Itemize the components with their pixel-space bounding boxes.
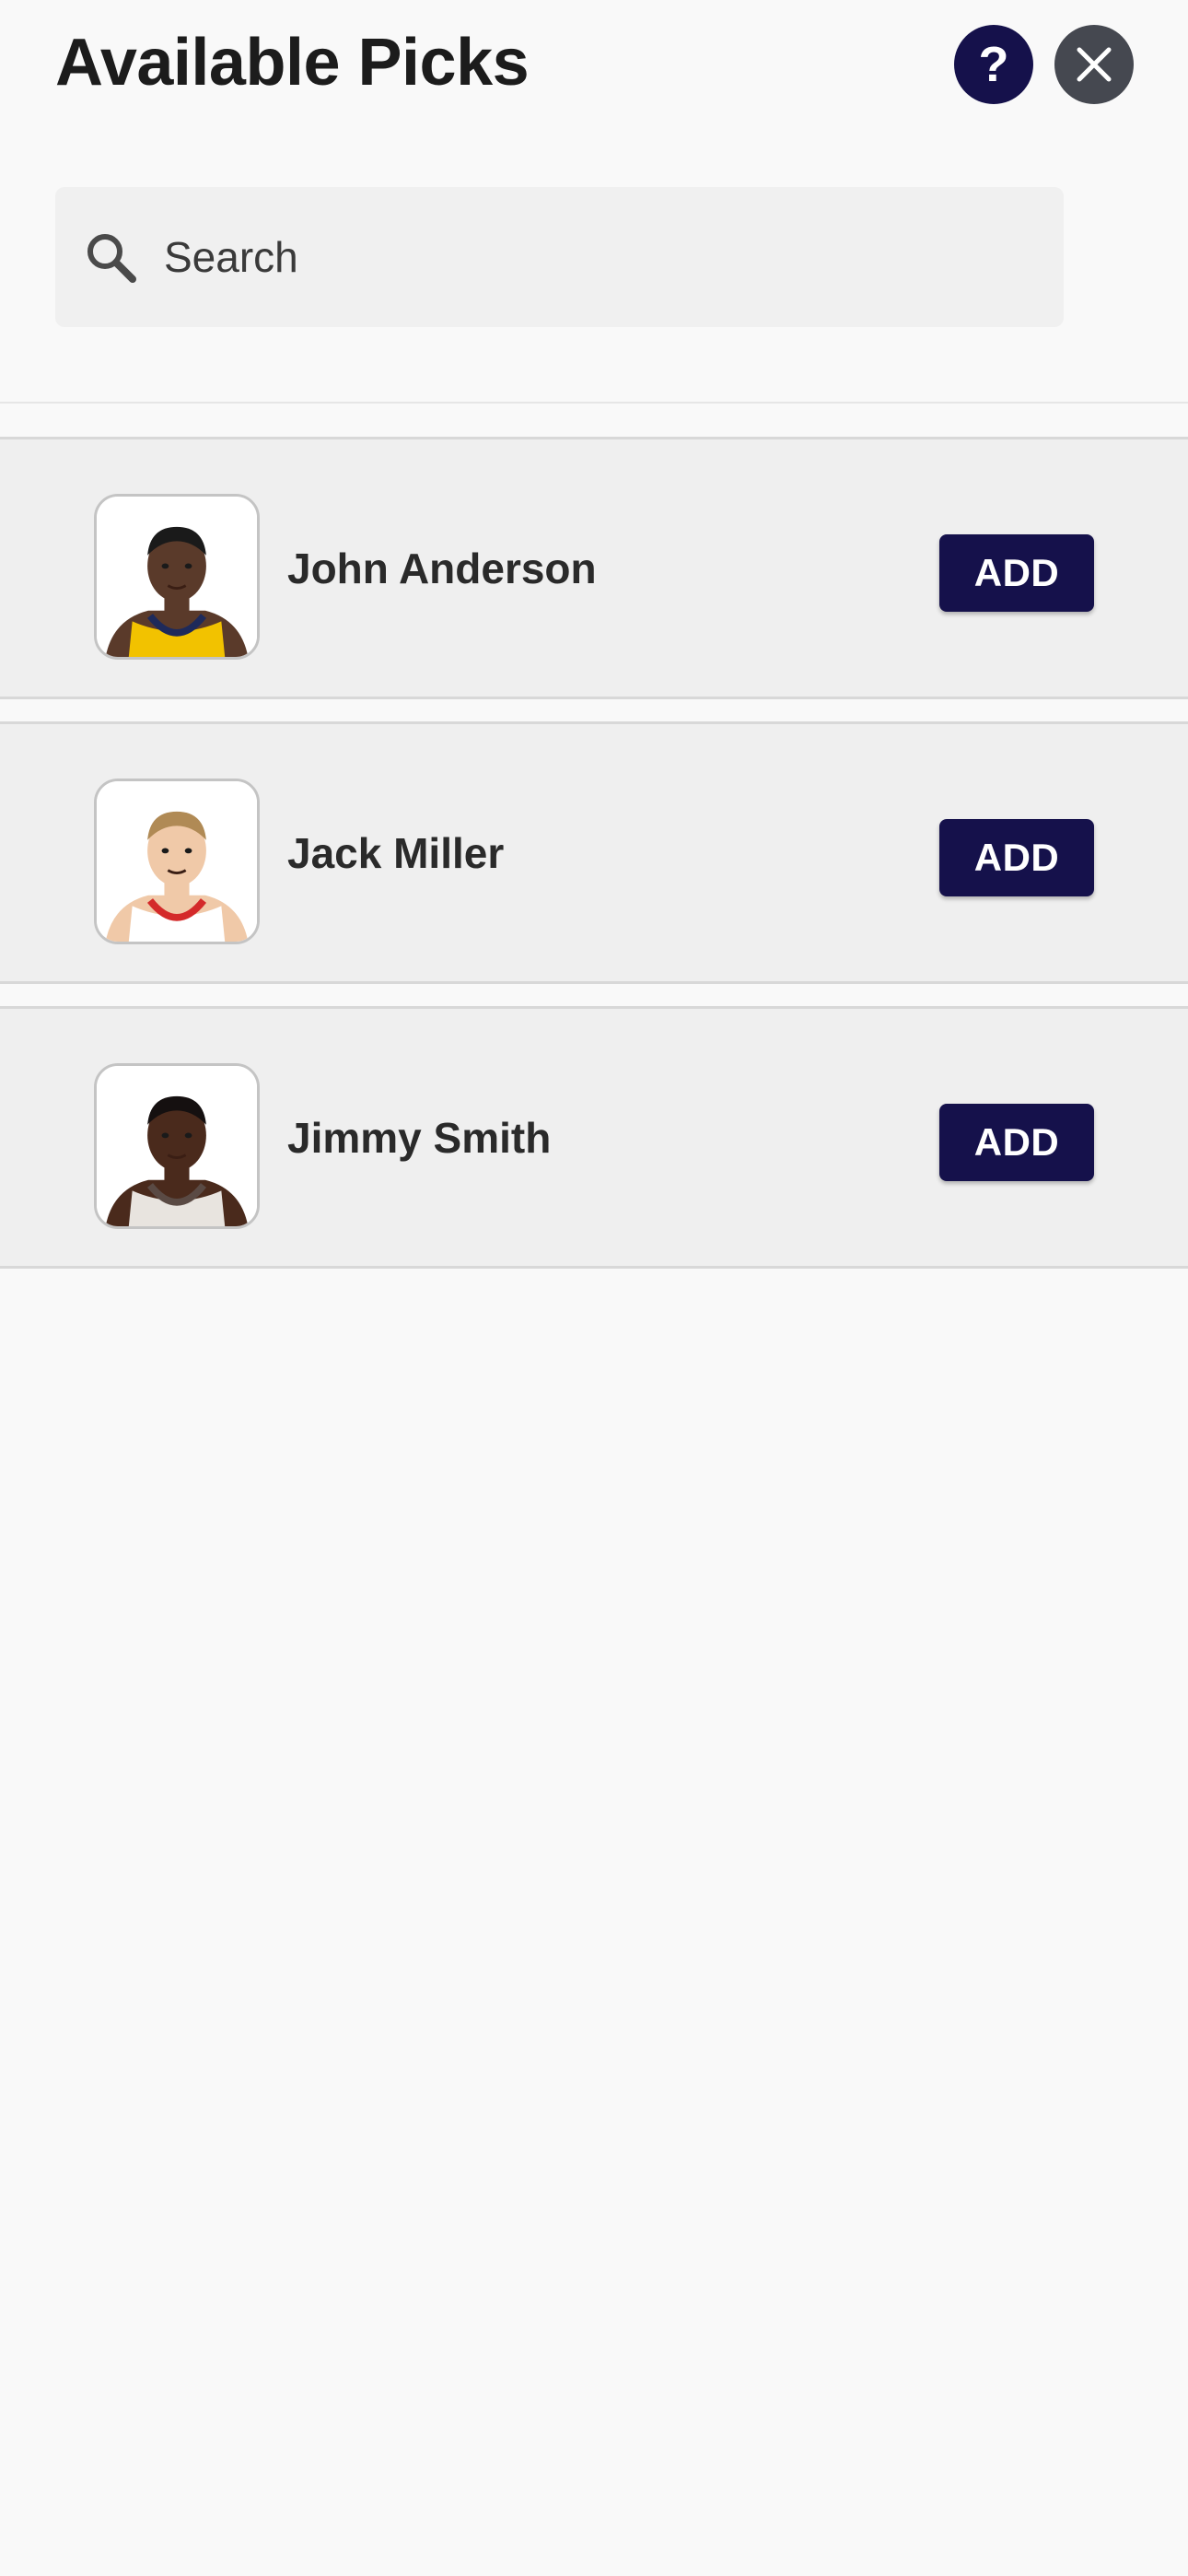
divider: [0, 402, 1188, 404]
player-list: John Anderson ADD Jack Miller ADD Jimmy …: [0, 437, 1188, 1291]
add-button[interactable]: ADD: [939, 534, 1094, 612]
player-portrait-icon: [97, 781, 257, 942]
question-icon: ?: [978, 37, 1009, 92]
player-avatar: [94, 1063, 260, 1229]
player-avatar: [94, 779, 260, 944]
add-button[interactable]: ADD: [939, 1104, 1094, 1181]
page-title: Available Picks: [55, 26, 530, 100]
player-portrait-icon: [97, 497, 257, 657]
player-name: Jack Miller: [287, 829, 505, 877]
close-icon: [1077, 47, 1112, 82]
player-row: John Anderson ADD: [0, 437, 1188, 699]
help-button[interactable]: ?: [954, 25, 1033, 104]
available-picks-screen: Available Picks ? John Anderson ADD: [0, 0, 1188, 2576]
player-row: Jimmy Smith ADD: [0, 1006, 1188, 1269]
search-box[interactable]: [55, 187, 1064, 327]
player-portrait-icon: [97, 1066, 257, 1226]
search-icon: [87, 234, 136, 283]
player-row: Jack Miller ADD: [0, 721, 1188, 984]
player-name: John Anderson: [287, 544, 597, 592]
close-button[interactable]: [1054, 25, 1134, 104]
header: Available Picks ?: [0, 0, 1188, 129]
search-input[interactable]: [164, 220, 1030, 294]
player-avatar: [94, 494, 260, 660]
player-name: Jimmy Smith: [287, 1114, 552, 1162]
add-button[interactable]: ADD: [939, 819, 1094, 896]
